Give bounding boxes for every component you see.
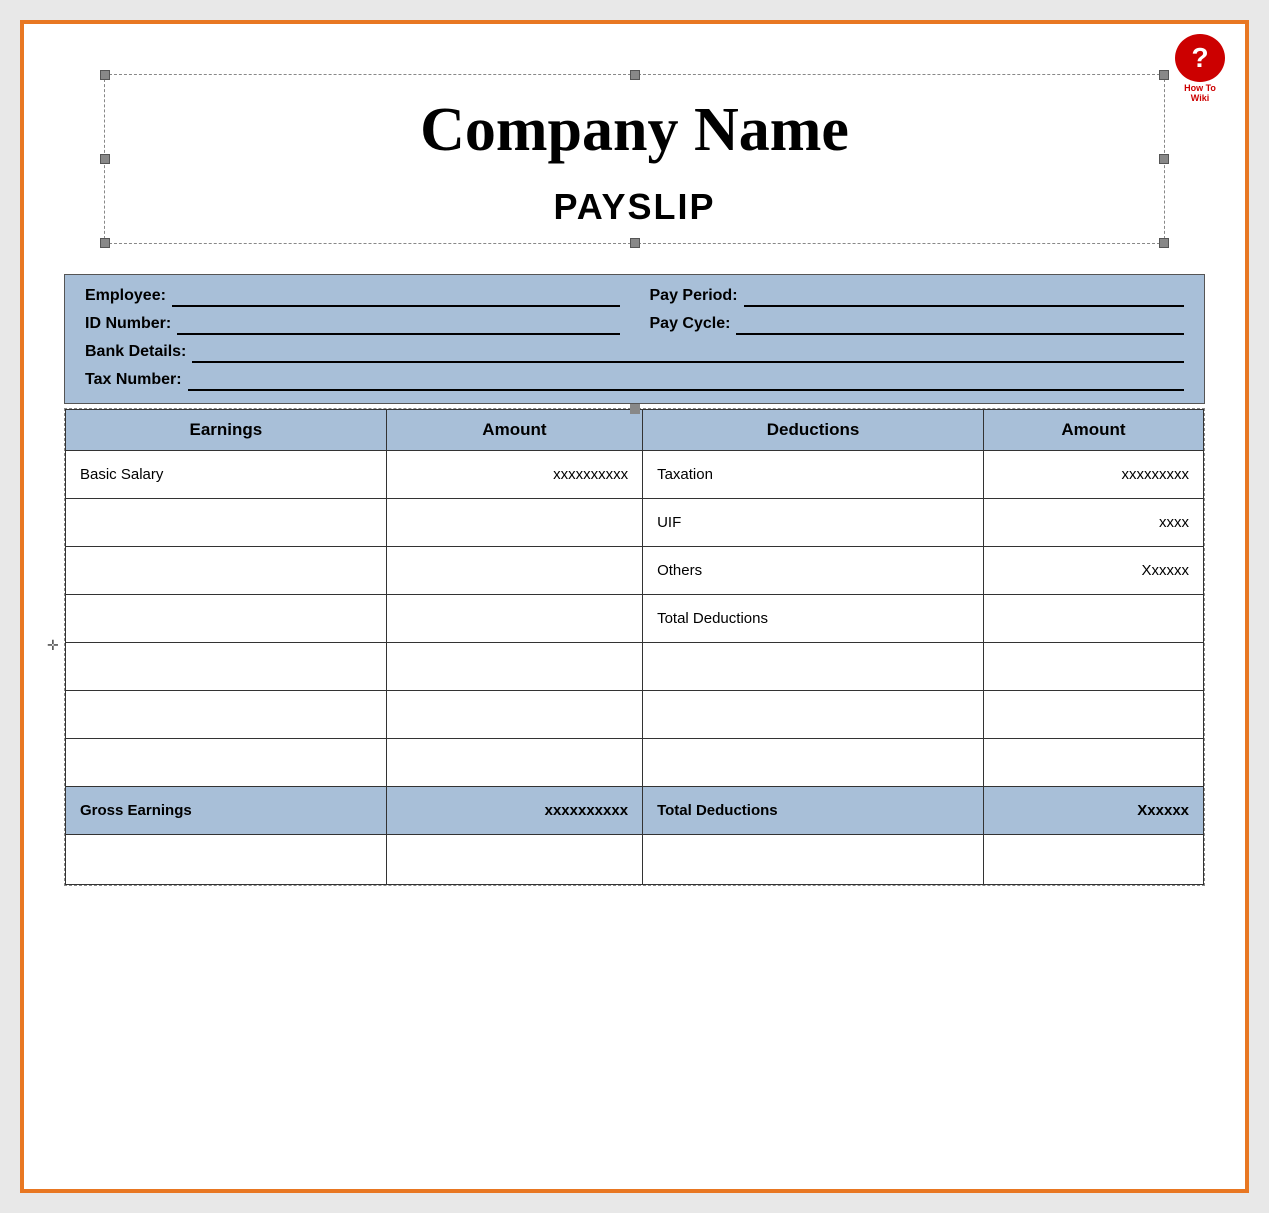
earnings-cell — [66, 643, 387, 691]
earnings-amount-cell — [386, 499, 642, 547]
company-name: Company Name — [145, 95, 1124, 166]
pay-cycle-field: Pay Cycle: — [650, 315, 1185, 335]
id-number-field: ID Number: — [85, 315, 620, 335]
col-deductions-header: Deductions — [643, 410, 984, 451]
table-row: Total Deductions — [66, 595, 1204, 643]
pay-cycle-label: Pay Cycle: — [650, 315, 731, 333]
bank-details-label: Bank Details: — [85, 343, 186, 361]
deductions-cell: Others — [643, 547, 984, 595]
earnings-amount-cell — [386, 739, 642, 787]
earnings-cell — [66, 595, 387, 643]
summary-row: Gross Earnings xxxxxxxxxx Total Deductio… — [66, 787, 1204, 835]
employee-label: Employee: — [85, 287, 166, 305]
earnings-cell — [66, 835, 387, 885]
info-row-4: Tax Number: — [85, 371, 1184, 391]
deductions-cell — [643, 739, 984, 787]
deductions-cell: Total Deductions — [643, 595, 984, 643]
tax-number-label: Tax Number: — [85, 371, 182, 389]
payslip-table: Earnings Amount Deductions Amount Basic … — [65, 409, 1204, 885]
deductions-amount-cell: xxxx — [984, 499, 1204, 547]
pay-period-line — [744, 287, 1184, 307]
handle-bl — [100, 238, 110, 248]
col-amount1-header: Amount — [386, 410, 642, 451]
question-icon: ? — [1175, 34, 1225, 82]
col-amount2-header: Amount — [984, 410, 1204, 451]
col-earnings-header: Earnings — [66, 410, 387, 451]
deductions-amount-cell — [984, 691, 1204, 739]
handle-mr — [1159, 154, 1169, 164]
deductions-amount-cell — [984, 643, 1204, 691]
earnings-cell — [66, 739, 387, 787]
id-number-line — [177, 315, 619, 335]
deductions-cell — [643, 835, 984, 885]
deductions-amount-cell — [984, 595, 1204, 643]
bank-details-line — [192, 343, 1184, 363]
deductions-amount-cell — [984, 739, 1204, 787]
employee-info-section: Employee: Pay Period: ID Number: Pay Cyc… — [64, 274, 1205, 404]
employee-line — [172, 287, 620, 307]
deductions-amount-cell — [984, 835, 1204, 885]
earnings-amount-cell — [386, 835, 642, 885]
gross-earnings-label: Gross Earnings — [66, 787, 387, 835]
gross-earnings-amount: xxxxxxxxxx — [386, 787, 642, 835]
handle-ml — [100, 154, 110, 164]
main-frame: ? How To Wiki Company Name PAYSLIP Emplo… — [20, 20, 1249, 1193]
deductions-cell — [643, 643, 984, 691]
handle-tc — [630, 70, 640, 80]
table-header-row: Earnings Amount Deductions Amount — [66, 410, 1204, 451]
total-deductions-label: Total Deductions — [643, 787, 984, 835]
earnings-amount-cell — [386, 547, 642, 595]
table-row: Others Xxxxxx — [66, 547, 1204, 595]
handle-tl — [100, 70, 110, 80]
logo-text: How To Wiki — [1184, 84, 1216, 104]
earnings-amount-cell: xxxxxxxxxx — [386, 451, 642, 499]
header-section: Company Name PAYSLIP — [104, 74, 1165, 244]
deductions-amount-cell: Xxxxxx — [984, 547, 1204, 595]
employee-field: Employee: — [85, 287, 620, 307]
bank-details-field: Bank Details: — [85, 343, 1184, 363]
table-row: UIF xxxx — [66, 499, 1204, 547]
deductions-cell: Taxation — [643, 451, 984, 499]
howto-logo: ? How To Wiki — [1165, 34, 1235, 104]
info-row-1: Employee: Pay Period: — [85, 287, 1184, 307]
tax-number-field: Tax Number: — [85, 371, 1184, 391]
table-row — [66, 739, 1204, 787]
handle-bc — [630, 238, 640, 248]
table-handle-tc — [630, 404, 640, 414]
table-section: ✛ Earnings Amount Deductions Amount Basi… — [64, 408, 1205, 886]
pay-cycle-line — [736, 315, 1184, 335]
tax-number-line — [188, 371, 1184, 391]
table-row — [66, 691, 1204, 739]
payslip-title: PAYSLIP — [145, 186, 1124, 228]
handle-br — [1159, 238, 1169, 248]
id-number-label: ID Number: — [85, 315, 171, 333]
deductions-cell — [643, 691, 984, 739]
total-deductions-amount: Xxxxxx — [984, 787, 1204, 835]
earnings-cell — [66, 499, 387, 547]
pay-period-field: Pay Period: — [650, 287, 1185, 307]
deductions-cell: UIF — [643, 499, 984, 547]
earnings-cell: Basic Salary — [66, 451, 387, 499]
earnings-cell — [66, 691, 387, 739]
move-handle-icon[interactable]: ✛ — [47, 637, 59, 654]
deductions-amount-cell: xxxxxxxxx — [984, 451, 1204, 499]
table-row — [66, 643, 1204, 691]
earnings-amount-cell — [386, 691, 642, 739]
info-row-3: Bank Details: — [85, 343, 1184, 363]
earnings-cell — [66, 547, 387, 595]
table-row: Basic Salary xxxxxxxxxx Taxation xxxxxxx… — [66, 451, 1204, 499]
handle-tr — [1159, 70, 1169, 80]
earnings-amount-cell — [386, 595, 642, 643]
earnings-amount-cell — [386, 643, 642, 691]
table-row-last — [66, 835, 1204, 885]
info-row-2: ID Number: Pay Cycle: — [85, 315, 1184, 335]
pay-period-label: Pay Period: — [650, 287, 738, 305]
